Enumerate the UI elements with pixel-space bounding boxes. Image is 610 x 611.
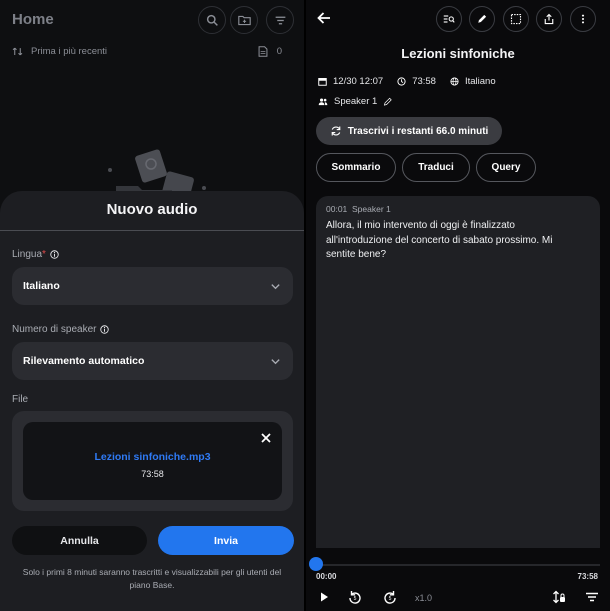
meta-language-text: Italiano: [464, 76, 496, 87]
speaker-name: Speaker 1: [334, 96, 378, 107]
sheet-divider: [0, 230, 304, 231]
language-label: Lingua*: [12, 249, 59, 260]
rewind-icon[interactable]: 5: [348, 590, 362, 604]
file-name: Lezioni sinfoniche.mp3: [94, 451, 211, 463]
svg-text:5: 5: [389, 596, 392, 602]
transcribe-remaining-button[interactable]: Trascrivi i restanti 66.0 minuti: [316, 117, 502, 145]
more-button[interactable]: [570, 6, 596, 32]
file-label-text: File: [12, 394, 29, 405]
transcribe-remaining-label: Trascrivi i restanti 66.0 minuti: [347, 125, 489, 137]
home-pane: Home Prima i più recenti 0 Nuovo audio L…: [0, 0, 304, 611]
share-icon: [544, 13, 554, 25]
language-value: Italiano: [23, 280, 60, 292]
info-icon[interactable]: [100, 325, 110, 334]
transcript-segment-header: 00:01 Speaker 1: [326, 204, 391, 214]
people-icon: [318, 98, 328, 106]
recording-meta: 12/30 12:07 73:58 Italiano: [318, 76, 510, 87]
meta-duration-text: 73:58: [412, 76, 436, 87]
file-count-value: 0: [276, 46, 282, 57]
segment-speaker: Speaker 1: [352, 204, 391, 214]
meta-duration: 73:58: [397, 76, 436, 87]
recording-title: Lezioni sinfoniche: [401, 46, 515, 61]
current-time: 00:00: [316, 572, 337, 581]
speaker-count-select[interactable]: Rilevamento automatico: [12, 342, 293, 380]
tab-translate[interactable]: Traduci: [402, 153, 470, 182]
svg-text:5: 5: [354, 596, 357, 602]
speaker-count-label: Numero di speaker: [12, 324, 110, 335]
segment-text[interactable]: Allora, il mio intervento di oggi è fina…: [326, 219, 558, 263]
file-picker: Lezioni sinfoniche.mp3 73:58: [12, 411, 293, 511]
edit-button[interactable]: [469, 6, 495, 32]
filter-lines-icon[interactable]: [585, 590, 599, 604]
playback-progress[interactable]: [316, 564, 600, 566]
pencil-icon[interactable]: [383, 97, 393, 106]
new-folder-button[interactable]: [230, 6, 258, 34]
search-icon: [206, 14, 218, 26]
select-area-icon: [510, 13, 522, 25]
file-duration: 73:58: [141, 469, 164, 479]
transcript-search-button[interactable]: [436, 6, 462, 32]
home-title: Home: [12, 11, 54, 28]
language-select[interactable]: Italiano: [12, 267, 293, 305]
speaker-row[interactable]: Speaker 1: [318, 96, 393, 107]
file-count: 0: [258, 46, 282, 57]
folder-add-icon: [237, 15, 251, 25]
transcript-search-icon: [443, 15, 455, 23]
calendar-icon: [318, 78, 327, 86]
playback-scrubber[interactable]: [309, 557, 323, 571]
tab-query[interactable]: Query: [476, 153, 536, 182]
submit-button[interactable]: Invia: [158, 526, 294, 555]
tab-summary[interactable]: Sommario: [316, 153, 396, 182]
language-label-text: Lingua: [12, 249, 43, 260]
sort-icon: [12, 47, 23, 56]
back-arrow-icon[interactable]: [316, 10, 332, 26]
plan-footnote: Solo i primi 8 minuti saranno trascritti…: [22, 567, 282, 590]
more-vertical-icon: [581, 14, 585, 24]
play-icon[interactable]: [317, 590, 331, 604]
sort-selector[interactable]: Prima i più recenti: [12, 46, 107, 57]
filter-button[interactable]: [266, 6, 294, 34]
cancel-button[interactable]: Annulla: [12, 526, 147, 555]
segment-timestamp[interactable]: 00:01: [326, 204, 347, 214]
new-audio-sheet: Nuovo audio Lingua* Italiano Numero di s…: [0, 191, 304, 611]
required-mark: *: [42, 249, 46, 260]
selected-file-card[interactable]: Lezioni sinfoniche.mp3 73:58: [23, 422, 282, 500]
forward-icon[interactable]: 5: [383, 590, 397, 604]
total-time: 73:58: [577, 572, 598, 581]
transcript-card: 00:01 Speaker 1 Allora, il mio intervent…: [316, 196, 600, 548]
clock-icon: [397, 77, 406, 86]
chevron-down-icon: [271, 283, 280, 289]
pencil-icon: [478, 14, 487, 23]
sort-label: Prima i più recenti: [31, 46, 108, 57]
meta-datetime-text: 12/30 12:07: [333, 76, 384, 87]
playback-speed[interactable]: x1.0: [415, 593, 432, 603]
info-icon[interactable]: [50, 250, 59, 259]
chevron-down-icon: [271, 358, 280, 364]
refresh-icon: [331, 126, 340, 136]
file-label: File: [12, 394, 28, 405]
transcript-pane: Lezioni sinfoniche 12/30 12:07 73:58 Ita…: [306, 0, 610, 611]
speaker-label-text: Numero di speaker: [12, 324, 97, 335]
meta-datetime: 12/30 12:07: [318, 76, 383, 87]
share-button[interactable]: [536, 6, 562, 32]
sheet-title: Nuovo audio: [106, 201, 198, 218]
text-size-icon[interactable]: [552, 590, 566, 604]
select-button[interactable]: [503, 6, 529, 32]
globe-icon: [450, 77, 459, 86]
meta-language: Italiano: [450, 76, 496, 87]
filter-icon: [275, 16, 285, 24]
close-icon[interactable]: [260, 432, 272, 444]
speaker-count-value: Rilevamento automatico: [23, 355, 145, 367]
search-button[interactable]: [198, 6, 226, 34]
document-icon: [258, 46, 268, 57]
